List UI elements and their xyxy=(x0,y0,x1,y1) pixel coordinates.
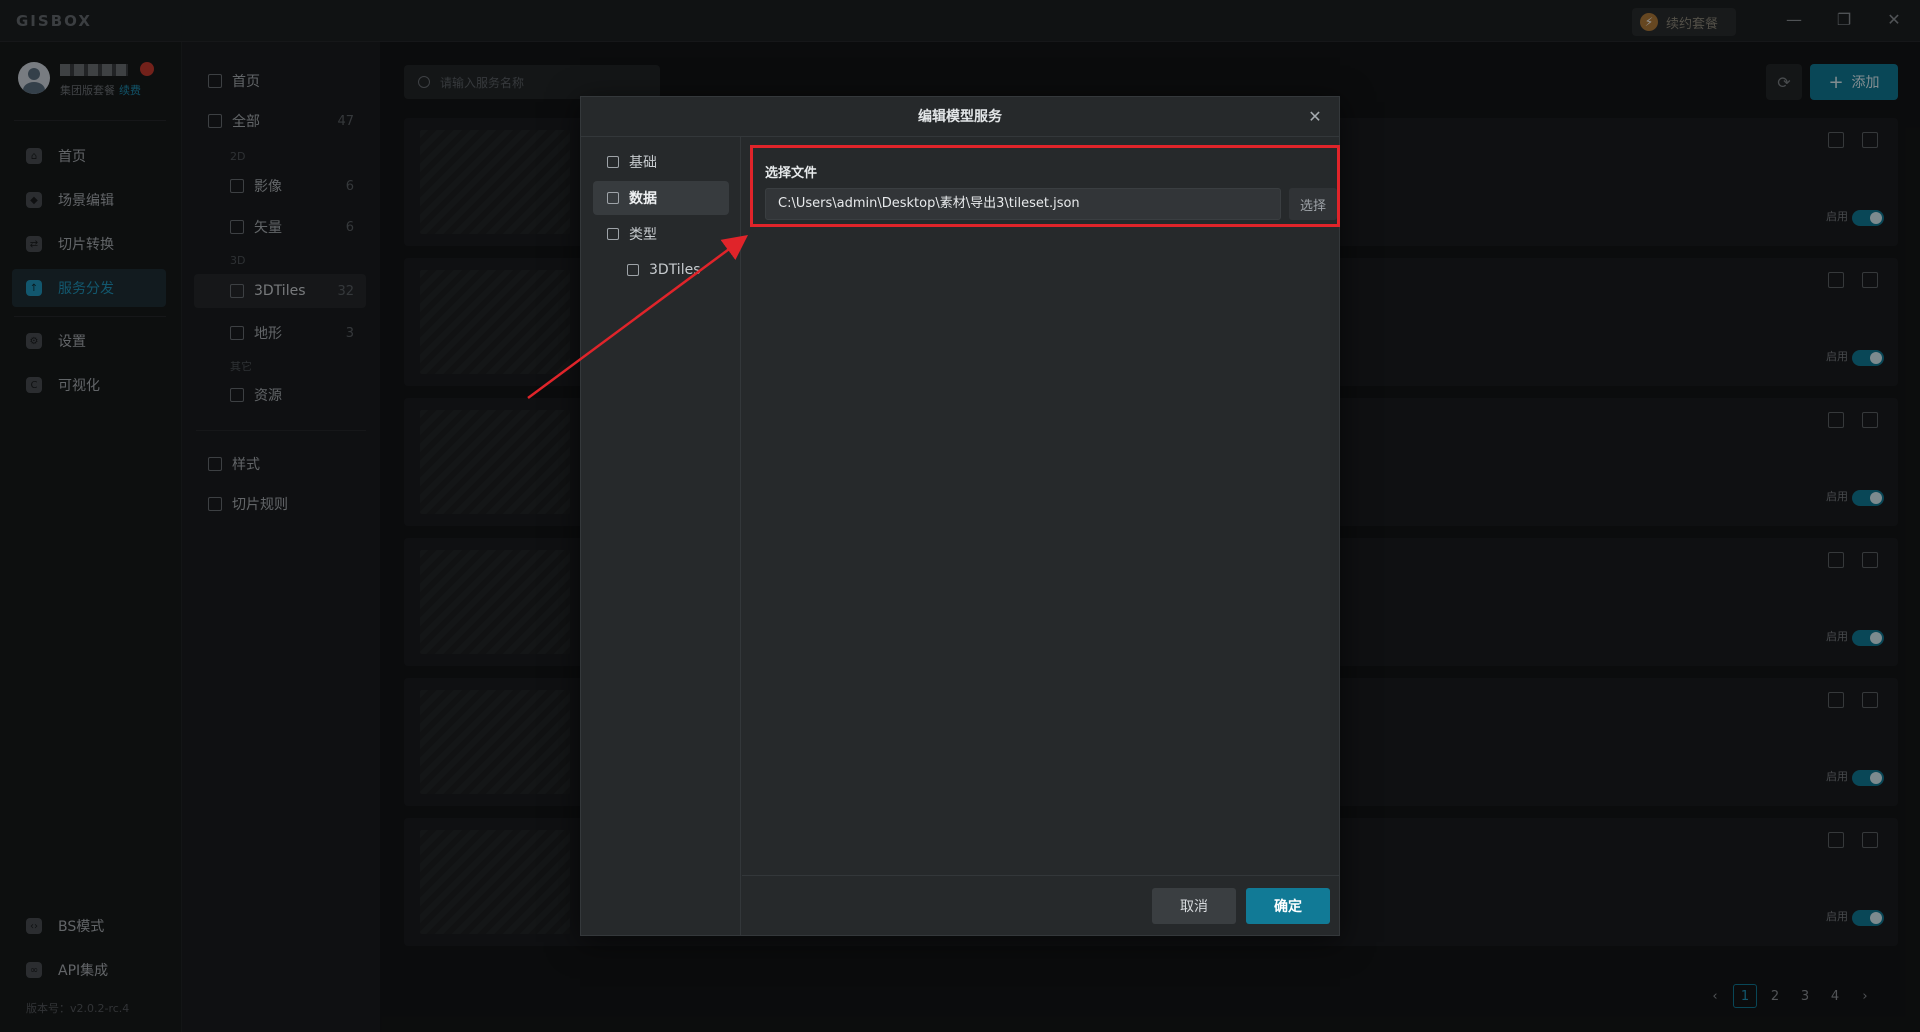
dialog-header: 编辑模型服务 ✕ xyxy=(581,97,1339,137)
type-icon xyxy=(607,228,619,240)
dialog-nav-3dtiles[interactable]: 3DTiles xyxy=(593,253,729,287)
app-window: GISBOX ⚡ 续约套餐 — ❐ ✕ 集团版套餐 续费 ⌂ 首页 ◆ 场景编辑 … xyxy=(0,0,1920,1032)
dialog-footer: 取消 确定 xyxy=(742,875,1339,935)
basic-icon xyxy=(607,156,619,168)
close-icon[interactable]: ✕ xyxy=(1303,105,1327,129)
edit-model-service-dialog: 编辑模型服务 ✕ 基础 数据 类型 3DTiles 选择文件 C:\Users\… xyxy=(580,96,1340,936)
dialog-nav-type[interactable]: 类型 xyxy=(593,217,729,251)
select-file-button[interactable]: 选择 xyxy=(1289,188,1337,220)
dialog-nav-data[interactable]: 数据 xyxy=(593,181,729,215)
confirm-button[interactable]: 确定 xyxy=(1246,888,1330,924)
cancel-button[interactable]: 取消 xyxy=(1152,888,1236,924)
dialog-nav: 基础 数据 类型 3DTiles xyxy=(581,137,741,935)
highlight-box: 选择文件 C:\Users\admin\Desktop\素材\导出3\tiles… xyxy=(750,145,1340,227)
dialog-nav-basic[interactable]: 基础 xyxy=(593,145,729,179)
select-file-label: 选择文件 xyxy=(765,166,818,181)
dialog-body: 选择文件 C:\Users\admin\Desktop\素材\导出3\tiles… xyxy=(742,137,1340,855)
database-icon xyxy=(607,192,619,204)
type-icon xyxy=(627,264,639,276)
dialog-title: 编辑模型服务 xyxy=(918,109,1002,125)
file-path-input[interactable]: C:\Users\admin\Desktop\素材\导出3\tileset.js… xyxy=(765,188,1281,220)
